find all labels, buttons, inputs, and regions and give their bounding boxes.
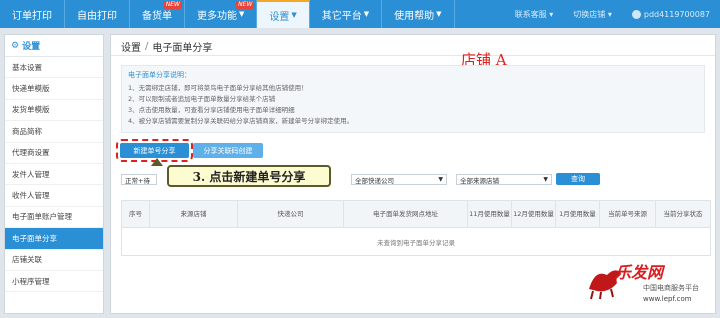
- instruction-line: 2、可以限制或者追加电子面单数量分享给某个店铺: [128, 95, 276, 103]
- new-badge: NEW: [163, 1, 182, 9]
- status-filter-select[interactable]: 正常+待: [121, 174, 157, 185]
- nav-more-features[interactable]: 更多功能 ▼ NEW: [185, 0, 258, 28]
- sidebar-item-waybill-share[interactable]: 电子面单分享: [5, 228, 103, 250]
- query-button[interactable]: 查询: [556, 173, 600, 185]
- column-header: 来源店铺: [150, 201, 238, 227]
- instructions-title: 电子面单分享说明：: [128, 71, 191, 79]
- instructions-box: 电子面单分享说明： 1、无需绑定店铺，即可将菜鸟电子面单分享给其他店铺使用！ 2…: [121, 65, 705, 133]
- column-header: 当前单号来源: [600, 201, 656, 227]
- chevron-down-icon: ▼: [543, 176, 548, 183]
- sidebar-header: ⚙ 设置: [5, 35, 103, 57]
- contact-support-link[interactable]: 联系客服 ▾: [505, 9, 564, 20]
- chevron-down-icon: ▼: [291, 11, 297, 19]
- nav-label: 自由打印: [77, 10, 117, 22]
- table-header: 序号 来源店铺 快递公司 电子面单发货网点地址 11月使用数量 12月使用数量 …: [121, 200, 711, 228]
- sidebar-item-recipient-management[interactable]: 收件人管理: [5, 185, 103, 207]
- top-navigation: 订单打印 自由打印 备货单 NEW 更多功能 ▼ NEW 设置 ▼ 其它平台 ▼ 使用帮助…: [0, 0, 720, 28]
- column-header: 当前分享状态: [663, 210, 703, 218]
- nav-settings[interactable]: 设置 ▼: [257, 0, 310, 28]
- chevron-down-icon: ▼: [438, 176, 443, 183]
- switch-shop-label: 切换店铺: [573, 9, 606, 19]
- nav-free-print[interactable]: 自由打印: [65, 0, 130, 28]
- brand-watermark: 乐发网 中国电商服务平台 www.lepf.com: [585, 255, 715, 313]
- watermark-subtitle: 中国电商服务平台: [643, 284, 699, 292]
- nav-label: 更多功能: [197, 10, 237, 22]
- empty-table-message: 未查询到电子面单分享记录: [121, 228, 711, 256]
- chevron-down-icon: ▼: [436, 10, 442, 18]
- switch-shop-link[interactable]: 切换店铺 ▾: [563, 9, 622, 20]
- column-header: 1月使用数量: [556, 201, 600, 227]
- column-header: 序号: [122, 201, 150, 227]
- sidebar-item-agent-settings[interactable]: 代理商设置: [5, 143, 103, 164]
- sidebar: ⚙ 设置 基本设置 快递单模版 发货单模版 商品简称 代理商设置 发件人管理 收…: [4, 34, 104, 314]
- sidebar-item-sender-management[interactable]: 发件人管理: [5, 164, 103, 186]
- page-title: 电子面单分享: [152, 43, 213, 54]
- sidebar-item-shop-association[interactable]: 店铺关联: [5, 250, 103, 271]
- new-share-button[interactable]: 新建单号分享: [116, 139, 193, 162]
- column-header: 11月使用数量: [468, 201, 512, 227]
- sidebar-item-basic-settings[interactable]: 基本设置: [5, 57, 103, 79]
- nav-order-print[interactable]: 订单打印: [0, 0, 65, 28]
- sidebar-item-express-template[interactable]: 快递单模版: [5, 78, 103, 100]
- instruction-line: 3、点击使用数量，可查看分享店铺使用电子面单详细明细: [128, 106, 295, 114]
- status-filter-value: 正常+待: [125, 176, 150, 185]
- express-filter-value: 全部快递公司: [355, 176, 394, 185]
- chevron-down-icon: ▾: [607, 9, 612, 19]
- column-header: 快递公司: [238, 201, 344, 227]
- sidebar-item-mini-program[interactable]: 小程序管理: [5, 271, 103, 293]
- sidebar-item-product-alias[interactable]: 商品简称: [5, 121, 103, 143]
- chevron-down-icon: ▼: [239, 10, 245, 18]
- source-shop-filter-select[interactable]: 全部来源店铺 ▼: [456, 174, 552, 185]
- new-badge: NEW: [236, 1, 255, 9]
- sidebar-title: 设置: [22, 42, 41, 52]
- nav-label: 其它平台: [321, 10, 362, 22]
- nav-label: 订单打印: [12, 10, 52, 22]
- sidebar-item-waybill-accounts[interactable]: 电子面单账户管理: [5, 207, 103, 229]
- nav-stock-list[interactable]: 备货单 NEW: [130, 0, 185, 28]
- contact-label: 联系客服: [514, 9, 547, 19]
- sidebar-item-invoice-template[interactable]: 发货单模版: [5, 100, 103, 122]
- breadcrumb-separator: /: [145, 41, 149, 52]
- column-header: 12月使用数量: [512, 201, 556, 227]
- step-callout: 3. 点击新建单号分享: [167, 165, 331, 187]
- source-filter-value: 全部来源店铺: [460, 176, 499, 185]
- user-icon: [631, 9, 641, 19]
- username: pdd4119700087: [643, 9, 710, 19]
- user-menu[interactable]: pdd4119700087: [622, 9, 720, 19]
- chevron-down-icon: ▾: [549, 9, 554, 19]
- nav-label: 使用帮助: [394, 10, 435, 22]
- nav-help[interactable]: 使用帮助 ▼: [382, 0, 455, 28]
- nav-label: 设置: [269, 11, 290, 23]
- watermark-brand: 乐发网: [615, 263, 664, 282]
- callout-pointer: [151, 158, 163, 166]
- share-code-button[interactable]: 分享关联码创建: [193, 143, 263, 158]
- column-header: 电子面单发货网点地址: [344, 201, 468, 227]
- express-filter-select[interactable]: 全部快递公司 ▼: [351, 174, 447, 185]
- chevron-down-icon: ▼: [363, 10, 370, 18]
- instruction-line: 4、被分享店铺需要复制分享关联码给分享店铺商家，新建单号分享绑定使用。: [128, 117, 354, 125]
- watermark-url: www.lepf.com: [643, 295, 692, 303]
- breadcrumb: 设置 / 电子面单分享: [121, 39, 212, 54]
- instruction-line: 1、无需绑定店铺，即可将菜鸟电子面单分享给其他店铺使用！: [128, 84, 308, 92]
- gear-icon: ⚙: [11, 40, 20, 51]
- nav-right-group: 联系客服 ▾ 切换店铺 ▾ pdd4119700087: [505, 0, 720, 28]
- breadcrumb-root[interactable]: 设置: [121, 39, 141, 54]
- divider: [111, 55, 715, 56]
- nav-other-platforms[interactable]: 其它平台 ▼: [310, 0, 383, 28]
